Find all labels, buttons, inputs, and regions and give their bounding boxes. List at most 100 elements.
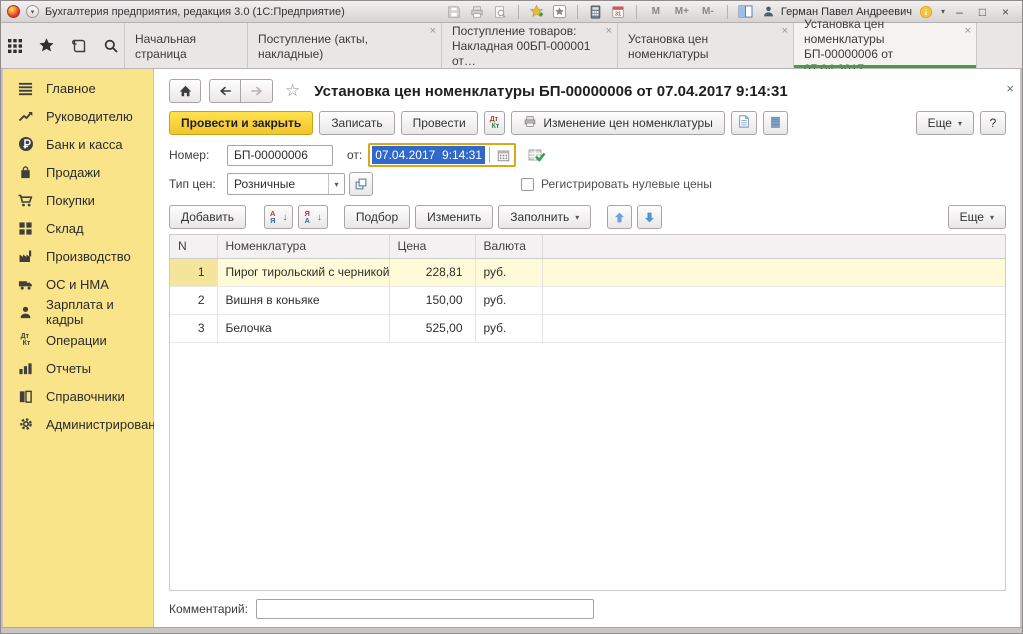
print-preview-icon[interactable] — [492, 4, 509, 20]
tab-close-icon[interactable]: × — [965, 26, 971, 36]
move-up-icon — [613, 211, 626, 224]
tab-price-setting-list[interactable]: Установка цен номенклатуры × — [617, 23, 793, 68]
post-button[interactable]: Провести — [401, 111, 478, 135]
cell-n[interactable]: 1 — [170, 258, 217, 286]
more-button[interactable]: Еще▾ — [916, 111, 974, 135]
help-button[interactable]: ? — [980, 111, 1006, 135]
favorites-star-icon[interactable] — [38, 37, 55, 54]
cell-nomenclature[interactable]: Белочка — [217, 314, 389, 342]
cell-price[interactable]: 150,00 — [389, 286, 475, 314]
tab-close-icon[interactable]: × — [782, 26, 788, 36]
info-caret-icon[interactable]: ▾ — [941, 7, 945, 16]
system-menu-button[interactable]: ▾ — [26, 5, 39, 18]
split-window-icon[interactable] — [737, 4, 754, 20]
price-type-combo[interactable]: Розничные ▾ — [227, 173, 345, 195]
save-icon[interactable] — [446, 4, 463, 20]
sidebar-item-administration[interactable]: Администрирование — [3, 410, 153, 438]
favorites-icon[interactable] — [551, 4, 568, 20]
sidebar-item-purchases[interactable]: Покупки — [3, 186, 153, 214]
column-header-price[interactable]: Цена — [389, 235, 475, 258]
column-header-n[interactable]: N — [170, 235, 217, 258]
print-icon[interactable] — [469, 4, 486, 20]
post-and-close-button[interactable]: Провести и закрыть — [169, 111, 313, 135]
comment-input[interactable] — [256, 599, 594, 619]
cell-nomenclature[interactable]: Пирог тирольский с черникой — [217, 258, 389, 286]
home-button[interactable] — [169, 79, 201, 103]
column-header-currency[interactable]: Валюта — [475, 235, 542, 258]
sidebar-item-directories[interactable]: Справочники — [3, 382, 153, 410]
table-row[interactable]: 1 Пирог тирольский с черникой 228,81 руб… — [170, 258, 1005, 286]
sidebar-item-manager[interactable]: Руководителю — [3, 102, 153, 130]
search-icon[interactable] — [102, 37, 119, 54]
sort-ascending-button[interactable]: АЯ↓ — [264, 205, 293, 229]
fill-button[interactable]: Заполнить▾ — [498, 205, 591, 229]
apps-grid-icon[interactable] — [6, 37, 23, 54]
tab-goods-receipt[interactable]: Поступление товаров: Накладная 00БП-0000… — [441, 23, 617, 68]
maximize-button[interactable]: □ — [974, 5, 991, 19]
save-button[interactable]: Записать — [319, 111, 394, 135]
sidebar-item-reports[interactable]: Отчеты — [3, 354, 153, 382]
sidebar-item-sales[interactable]: Продажи — [3, 158, 153, 186]
tab-close-icon[interactable]: × — [430, 26, 436, 36]
cell-nomenclature[interactable]: Вишня в коньяке — [217, 286, 389, 314]
table-row[interactable]: 2 Вишня в коньяке 150,00 руб. — [170, 286, 1005, 314]
memory-minus-button[interactable]: M- — [698, 6, 718, 17]
register-zero-prices-checkbox[interactable] — [521, 178, 534, 191]
dtkt-postings-button[interactable]: Дт Кт — [484, 111, 506, 135]
cell-currency[interactable]: руб. — [475, 286, 542, 314]
cell-n[interactable]: 2 — [170, 286, 217, 314]
table-header-row: N Номенклатура Цена Валюта — [170, 235, 1005, 258]
move-up-button[interactable] — [607, 205, 632, 229]
sidebar-item-label: Операции — [46, 333, 107, 348]
column-header-nomenclature[interactable]: Номенклатура — [217, 235, 389, 258]
number-label: Номер: — [169, 148, 227, 162]
add-row-button[interactable]: Добавить — [169, 205, 246, 229]
favorite-star-icon[interactable]: ☆ — [285, 81, 300, 101]
sidebar-item-warehouse[interactable]: Склад — [3, 214, 153, 242]
tab-home[interactable]: Начальная страница — [124, 23, 247, 68]
cell-currency[interactable]: руб. — [475, 258, 542, 286]
history-icon[interactable] — [70, 37, 87, 54]
add-favorite-icon[interactable] — [528, 4, 545, 20]
calendar-icon[interactable]: 31 — [610, 4, 627, 20]
sidebar-item-production[interactable]: Производство — [3, 242, 153, 270]
close-button[interactable]: × — [997, 5, 1014, 19]
sidebar-item-salary-hr[interactable]: Зарплата и кадры — [3, 298, 153, 326]
table-row[interactable]: 3 Белочка 525,00 руб. — [170, 314, 1005, 342]
tab-receipts-list[interactable]: Поступление (акты, накладные) × — [247, 23, 441, 68]
sidebar-item-bank-cash[interactable]: Банк и касса — [3, 130, 153, 158]
tab-price-setting-doc[interactable]: Установка цен номенклатуры БП-00000006 о… — [793, 23, 977, 68]
combo-caret-icon[interactable]: ▾ — [328, 174, 344, 194]
number-input[interactable] — [227, 145, 333, 166]
document-report-button[interactable] — [731, 111, 757, 135]
calculator-icon[interactable] — [587, 4, 604, 20]
sidebar-item-main[interactable]: Главное — [3, 74, 153, 102]
tab-close-icon[interactable]: × — [606, 26, 612, 36]
memory-plus-button[interactable]: M+ — [672, 6, 692, 17]
date-field[interactable]: 07.04.2017 9:14:31 — [368, 143, 516, 167]
edit-button[interactable]: Изменить — [415, 205, 493, 229]
date-value[interactable]: 07.04.2017 9:14:31 — [372, 146, 485, 164]
shopping-bag-icon — [17, 164, 34, 181]
grid-more-button[interactable]: Еще▾ — [948, 205, 1006, 229]
memory-button[interactable]: M — [646, 6, 666, 17]
sidebar-item-fixed-assets[interactable]: ОС и НМА — [3, 270, 153, 298]
sort-descending-button[interactable]: ЯА↓ — [298, 205, 327, 229]
price-type-label: Тип цен: — [169, 177, 227, 191]
form-close-icon[interactable]: × — [1006, 81, 1014, 96]
cell-price[interactable]: 228,81 — [389, 258, 475, 286]
open-price-type-button[interactable] — [349, 172, 373, 196]
pick-button[interactable]: Подбор — [344, 205, 410, 229]
cell-price[interactable]: 525,00 — [389, 314, 475, 342]
caret-down-icon: ▾ — [575, 213, 579, 222]
forward-button[interactable] — [241, 79, 273, 103]
back-button[interactable] — [209, 79, 241, 103]
user-icon — [760, 4, 777, 20]
cell-currency[interactable]: руб. — [475, 314, 542, 342]
cell-n[interactable]: 3 — [170, 314, 217, 342]
sidebar-item-operations[interactable]: Дт Кт Операции — [3, 326, 153, 354]
date-picker-icon[interactable] — [492, 146, 514, 164]
change-prices-button[interactable]: Изменение цен номенклатуры — [511, 111, 725, 135]
related-documents-button[interactable] — [763, 111, 788, 135]
move-down-button[interactable] — [637, 205, 662, 229]
